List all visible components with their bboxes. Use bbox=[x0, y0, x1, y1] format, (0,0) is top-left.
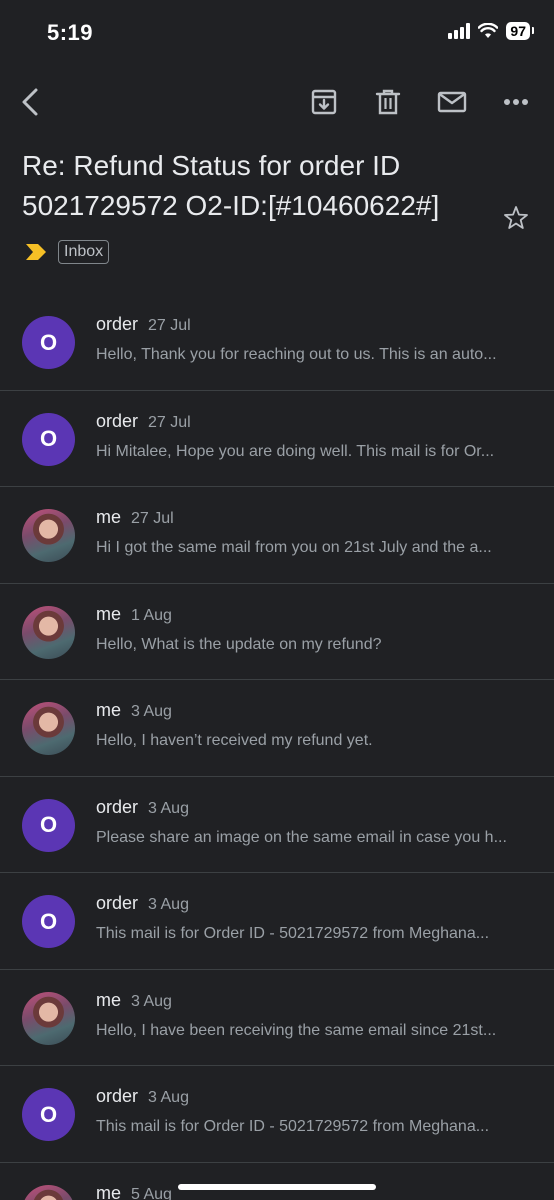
message-sender-line: order 27 Jul bbox=[96, 314, 191, 335]
message-snippet: Hi Mitalee, Hope you are doing well. Thi… bbox=[96, 442, 495, 460]
sender-name: me bbox=[96, 1182, 122, 1200]
mail-icon bbox=[437, 91, 467, 113]
status-bar: 5:19 97 bbox=[0, 0, 554, 66]
message-item[interactable]: O order 3 Aug This mail is for Order ID -… bbox=[0, 873, 554, 970]
message-sender-line: me 3 Aug bbox=[96, 700, 172, 721]
sender-name: me bbox=[96, 603, 122, 624]
message-snippet: This mail is for Order ID - 5021729572 f… bbox=[96, 1118, 490, 1135]
battery-indicator: 97 bbox=[506, 22, 534, 40]
message-date: 5 Aug bbox=[131, 1185, 172, 1200]
home-indicator[interactable] bbox=[178, 1184, 376, 1190]
message-item[interactable]: O order 27 Jul Hi Mitalee, Hope you are d… bbox=[0, 391, 554, 487]
cellular-signal-icon bbox=[448, 23, 471, 39]
message-date: 3 Aug bbox=[148, 799, 189, 817]
avatar: O bbox=[22, 895, 75, 948]
sender-name: order bbox=[96, 410, 139, 431]
back-button[interactable] bbox=[14, 86, 46, 118]
message-item[interactable]: O order 3 Aug This mail is for Order ID -… bbox=[0, 1066, 554, 1163]
trash-icon bbox=[375, 89, 401, 115]
status-icons: 97 bbox=[448, 22, 534, 40]
message-date: 1 Aug bbox=[131, 606, 172, 624]
message-sender-line: me 5 Aug bbox=[96, 1183, 172, 1200]
star-button[interactable] bbox=[502, 204, 530, 237]
message-date: 3 Aug bbox=[148, 896, 189, 913]
message-item[interactable]: me 1 Aug Hello, What is the update on my … bbox=[0, 584, 554, 680]
email-subject: Re: Refund Status for order ID 502172957… bbox=[22, 150, 440, 221]
avatar bbox=[22, 605, 75, 659]
toolbar bbox=[0, 80, 554, 124]
avatar: O bbox=[22, 798, 75, 852]
avatar bbox=[22, 991, 75, 1045]
sender-name: order bbox=[96, 893, 139, 913]
message-item[interactable]: me 3 Aug Hello, I have been receiving the… bbox=[0, 970, 554, 1066]
message-sender-line: me 3 Aug bbox=[96, 990, 172, 1011]
message-date: 27 Jul bbox=[148, 317, 191, 334]
more-horizontal-icon bbox=[504, 99, 528, 105]
star-icon bbox=[504, 206, 528, 229]
chevron-left-icon bbox=[22, 88, 38, 116]
sender-name: me bbox=[96, 507, 122, 527]
message-sender-line: order 3 Aug bbox=[96, 1086, 189, 1107]
message-date: 3 Aug bbox=[131, 992, 172, 1010]
archive-icon bbox=[311, 89, 337, 115]
message-snippet: This mail is for Order ID - 5021729572 f… bbox=[96, 925, 490, 942]
message-snippet: Hello, What is the update on my refund? bbox=[96, 635, 382, 653]
message-item[interactable]: O order 3 Aug Please share an image on th… bbox=[0, 777, 554, 873]
avatar bbox=[22, 509, 75, 562]
avatar: O bbox=[22, 1088, 75, 1141]
avatar: O bbox=[22, 316, 75, 369]
sender-name: order bbox=[96, 796, 139, 817]
sender-name: order bbox=[96, 1086, 139, 1106]
message-item[interactable]: me 27 Jul Hi I got the same mail from you… bbox=[0, 487, 554, 584]
wifi-icon bbox=[478, 23, 499, 38]
message-snippet: Hello, I haven’t received my refund yet. bbox=[96, 732, 373, 749]
inbox-label-chip[interactable]: Inbox bbox=[58, 240, 110, 264]
archive-button[interactable] bbox=[308, 86, 340, 118]
more-options-button[interactable] bbox=[500, 86, 532, 118]
message-sender-line: me 1 Aug bbox=[96, 604, 172, 625]
avatar bbox=[22, 702, 75, 755]
message-sender-line: me 27 Jul bbox=[96, 507, 174, 528]
message-date: 27 Jul bbox=[131, 510, 174, 527]
message-snippet: Hello, Thank you for reaching out to us.… bbox=[96, 346, 497, 363]
sender-name: order bbox=[96, 314, 139, 334]
message-item[interactable]: me 3 Aug Hello, I haven’t received my ref… bbox=[0, 680, 554, 777]
message-sender-line: order 3 Aug bbox=[96, 797, 189, 818]
sender-name: me bbox=[96, 700, 122, 720]
message-date: 3 Aug bbox=[148, 1089, 189, 1106]
avatar bbox=[22, 1184, 75, 1200]
avatar: O bbox=[22, 412, 75, 466]
message-item[interactable]: O order 27 Jul Hello, Thank you for reach… bbox=[0, 294, 554, 391]
message-snippet: Hi I got the same mail from you on 21st … bbox=[96, 539, 492, 556]
status-time: 5:19 bbox=[47, 20, 94, 45]
mark-unread-button[interactable] bbox=[436, 86, 468, 118]
message-thread: O order 27 Jul Hello, Thank you for reach… bbox=[0, 294, 554, 1200]
important-marker-icon bbox=[26, 244, 46, 260]
labels-row: Inbox bbox=[24, 240, 110, 264]
sender-name: me bbox=[96, 989, 122, 1010]
message-date: 27 Jul bbox=[148, 413, 191, 431]
message-sender-line: order 3 Aug bbox=[96, 893, 189, 914]
delete-button[interactable] bbox=[372, 86, 404, 118]
message-date: 3 Aug bbox=[131, 703, 172, 720]
message-snippet: Hello, I have been receiving the same em… bbox=[96, 1021, 497, 1039]
message-sender-line: order 27 Jul bbox=[96, 411, 191, 432]
message-item[interactable]: me 5 Aug bbox=[0, 1163, 554, 1200]
message-snippet: Please share an image on the same email … bbox=[96, 828, 507, 846]
